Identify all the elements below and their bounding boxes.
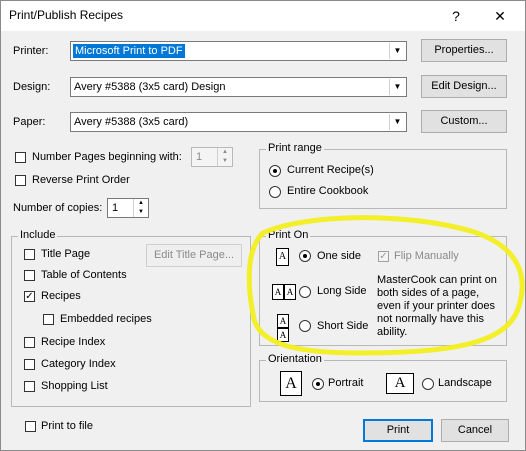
print-publish-dialog: Print/Publish Recipes ? ✕ Printer: Micro… bbox=[0, 0, 526, 451]
highlight-annotation-circle bbox=[246, 215, 525, 356]
